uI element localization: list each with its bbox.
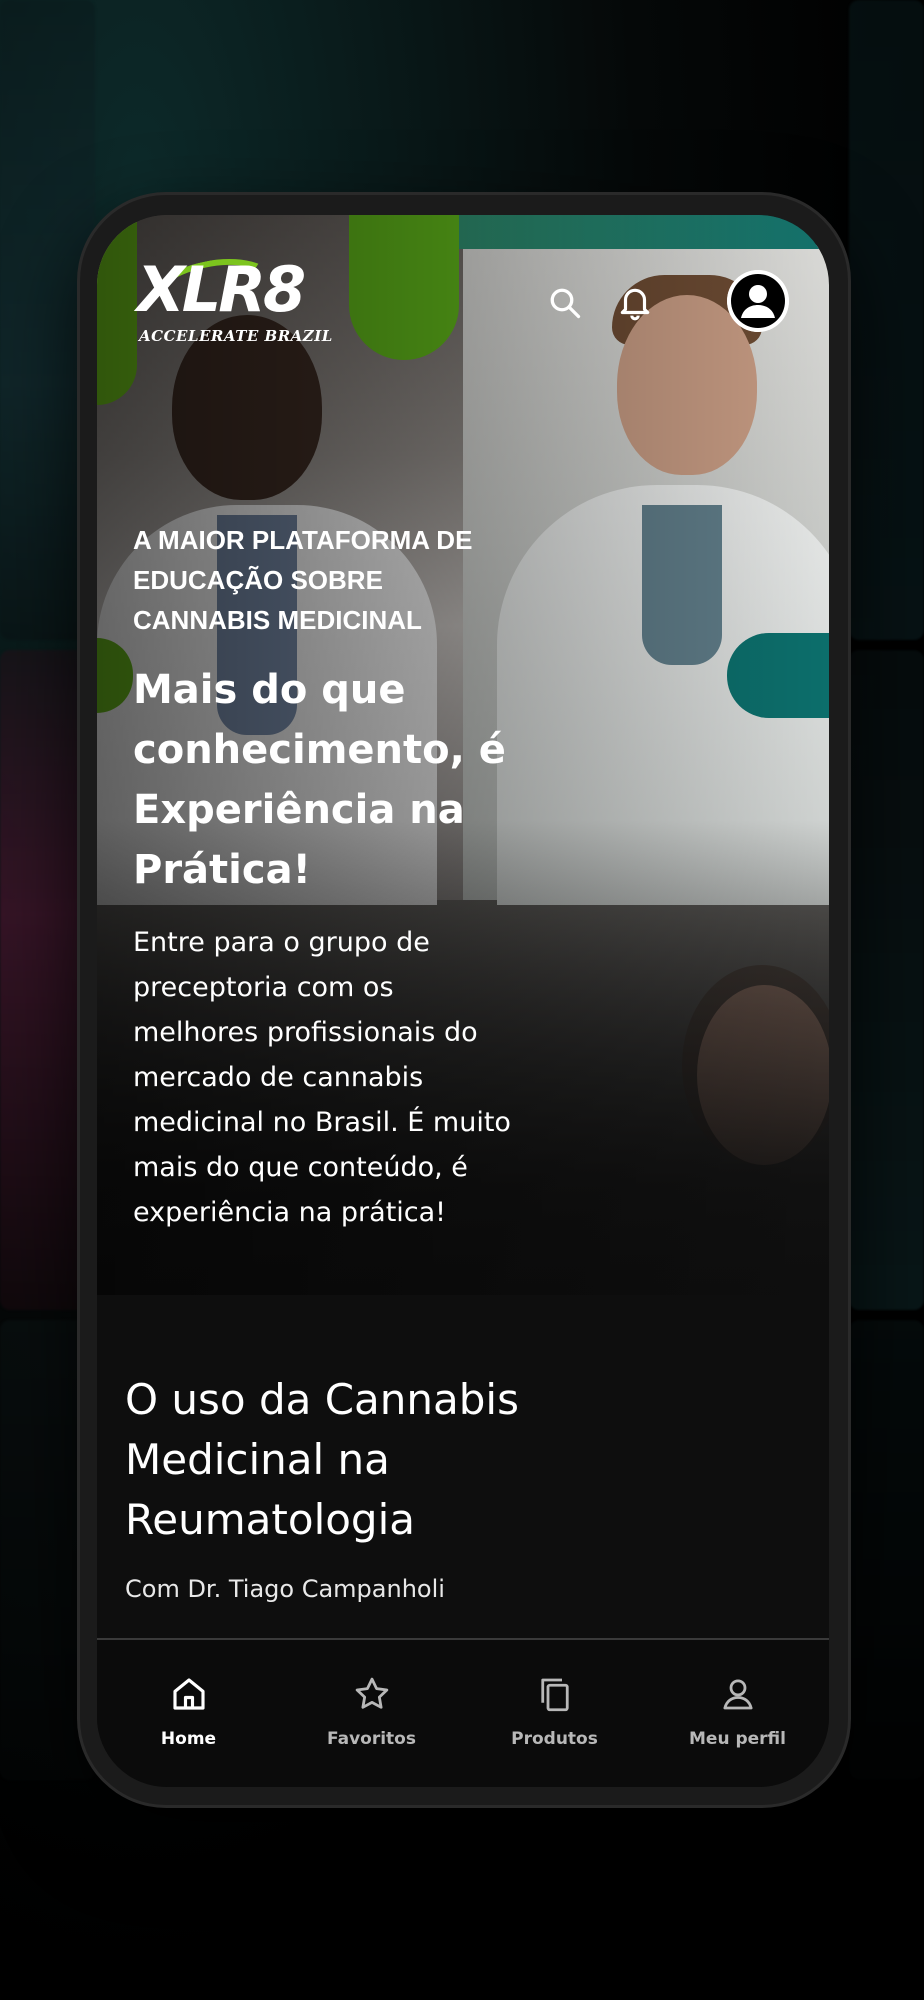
nav-item-home[interactable]: Home [97, 1640, 280, 1787]
nav-label-meu-perfil: Meu perfil [689, 1729, 786, 1749]
user-avatar-icon [727, 270, 789, 332]
nav-label-favoritos: Favoritos [327, 1729, 416, 1749]
background-app-tile [849, 650, 924, 1310]
nav-item-produtos[interactable]: Produtos [463, 1640, 646, 1787]
hero-banner: XLR8 ACCELERATE BRAZIL A MAIOR PLATAFORM… [97, 215, 829, 1295]
star-icon [355, 1677, 388, 1709]
brand-logo: XLR8 ACCELERATE BRAZIL [137, 248, 337, 370]
hero-headline: Mais do que conhecimento, é Experiência … [133, 667, 506, 893]
copy-icon [540, 1678, 569, 1712]
course-author: Com Dr. Tiago Campanholi [125, 1575, 445, 1603]
bottom-nav: Home Favoritos Produtos Meu perfil [97, 1640, 829, 1787]
app-screen: XLR8 ACCELERATE BRAZIL A MAIOR PLATAFORM… [97, 215, 829, 1787]
home-icon [172, 1678, 205, 1710]
logo-mark: XLR8 [137, 253, 306, 326]
nav-item-favoritos[interactable]: Favoritos [280, 1640, 463, 1787]
avatar-button[interactable] [727, 270, 789, 332]
bell-icon [620, 288, 650, 321]
course-title[interactable]: O uso da Cannabis Medicinal na Reumatolo… [125, 1370, 685, 1550]
background-app-tile [849, 0, 924, 640]
search-button[interactable] [537, 275, 593, 331]
notifications-button[interactable] [607, 275, 663, 331]
nav-item-meu-perfil[interactable]: Meu perfil [646, 1640, 829, 1787]
hero-description: Entre para o grupo de preceptoria com os… [133, 927, 511, 1228]
nav-label-produtos: Produtos [511, 1729, 598, 1749]
nav-label-home: Home [160, 1729, 217, 1749]
user-icon [722, 1679, 753, 1710]
background-app-tile [849, 1320, 924, 1780]
hero-eyebrow: A MAIOR PLATAFORMA DE EDUCAÇÃO SOBRE CAN… [133, 525, 473, 635]
search-icon [550, 288, 581, 319]
logo-tagline: ACCELERATE BRAZIL [139, 327, 333, 345]
